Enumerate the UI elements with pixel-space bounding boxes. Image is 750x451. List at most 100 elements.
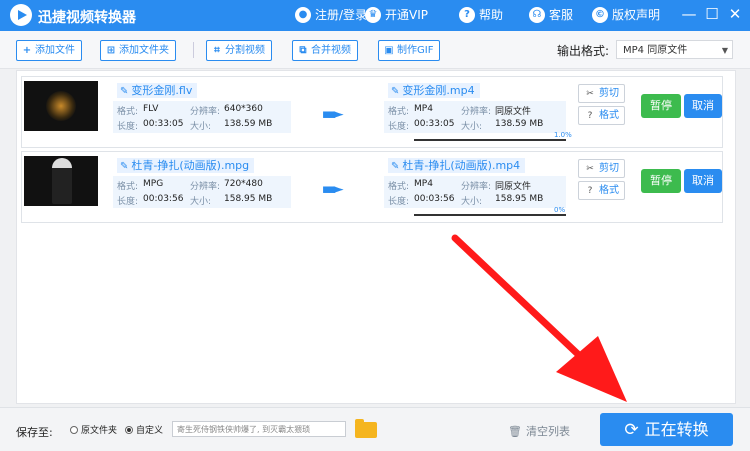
target-filename-text: 变形金刚.mp4: [402, 84, 475, 97]
source-filename-text: 变形金刚.flv: [131, 84, 193, 97]
target-filename[interactable]: ✎ 杜青-挣扎(动画版).mp4: [388, 158, 526, 173]
radio-custom-folder[interactable]: 自定义: [125, 423, 163, 436]
progress-percent: 0%: [554, 206, 566, 214]
duration-value: 00:03:56: [143, 194, 184, 204]
add-file-button[interactable]: + 添加文件: [16, 40, 82, 61]
duration-value: 00:33:05: [143, 119, 184, 129]
save-path-input[interactable]: [172, 421, 346, 437]
format-value: MP4: [414, 179, 433, 189]
resolution-key: 分辨率:: [190, 107, 221, 117]
login-label: 注册/登录: [315, 8, 368, 22]
radio-dot: [70, 425, 78, 434]
copyright-button[interactable]: © 版权声明: [592, 6, 660, 23]
convert-arrow-icon: ▪▪►: [322, 182, 344, 197]
output-format-value: MP4 同原文件: [623, 45, 688, 56]
duration-key: 长度:: [388, 122, 410, 132]
video-thumbnail: [24, 81, 98, 131]
thumbnail-glow: [46, 91, 76, 121]
split-video-label: 分割视频: [225, 45, 265, 56]
resolution-value: 720*480: [224, 179, 263, 189]
login-button[interactable]: ● 注册/登录: [295, 6, 367, 23]
format-value: MPG: [143, 179, 164, 189]
format-button-label: 格式: [599, 185, 619, 196]
split-video-button[interactable]: ⌗ 分割视频: [206, 40, 272, 61]
convert-label: 正在转换: [644, 420, 709, 439]
help-button[interactable]: ? 帮助: [459, 6, 503, 23]
size-value: 158.95 MB: [224, 194, 273, 204]
file-row: ✎ 杜青-挣扎(动画版).mpg 格式: MPG 分辨率: 720*480 长度:…: [21, 151, 723, 223]
resolution-value: 同原文件: [495, 107, 532, 117]
format-value: FLV: [143, 104, 159, 114]
format-icon: ?: [587, 111, 593, 121]
output-format-select[interactable]: MP4 同原文件 ▼: [616, 40, 733, 59]
pause-button[interactable]: 暂停: [641, 169, 681, 193]
folder-plus-icon: ⊞: [106, 45, 116, 56]
progress-bar: [414, 214, 566, 216]
clip-label: 剪切: [599, 88, 619, 99]
add-folder-label: 添加文件夹: [119, 45, 169, 56]
resolution-value: 640*360: [224, 104, 263, 114]
duration-key: 长度:: [117, 197, 139, 207]
format-key: 格式:: [117, 107, 139, 117]
add-file-label: 添加文件: [35, 45, 75, 56]
pencil-icon: ✎: [391, 86, 400, 97]
size-key: 大小:: [461, 122, 483, 132]
user-icon: ●: [295, 6, 311, 23]
format-icon: ?: [587, 186, 593, 196]
convert-button[interactable]: ⟳ 正在转换: [600, 413, 733, 446]
clear-list-button[interactable]: 🗑 清空列表: [508, 423, 570, 439]
resolution-key: 分辨率:: [461, 107, 492, 117]
minimize-button[interactable]: —: [679, 4, 699, 24]
add-folder-button[interactable]: ⊞ 添加文件夹: [100, 40, 176, 61]
toolbar: + 添加文件 ⊞ 添加文件夹 ⌗ 分割视频 ⧉ 合并视频 ▣ 制作GIF 输出格式: MP…: [0, 31, 750, 69]
chevron-down-icon: ▼: [721, 46, 728, 55]
radio-custom-label: 自定义: [136, 426, 164, 436]
format-key: 格式:: [117, 182, 139, 192]
support-button[interactable]: ☊ 客服: [529, 6, 573, 23]
merge-icon: ⧉: [299, 45, 307, 56]
pencil-icon: ✎: [120, 86, 129, 97]
radio-original-folder[interactable]: 原文件夹: [70, 423, 117, 436]
folder-icon[interactable]: [355, 419, 377, 438]
source-filename[interactable]: ✎ 变形金刚.flv: [117, 83, 198, 98]
resolution-key: 分辨率:: [461, 182, 492, 192]
size-value: 138.59 MB: [224, 119, 273, 129]
clip-button[interactable]: ✂ 剪切: [578, 159, 625, 178]
merge-video-label: 合并视频: [311, 45, 351, 56]
clip-button[interactable]: ✂ 剪切: [578, 84, 625, 103]
duration-value: 00:03:56: [414, 194, 455, 204]
pause-button[interactable]: 暂停: [641, 94, 681, 118]
cancel-button[interactable]: 取消: [684, 94, 722, 118]
progress-bar: [414, 139, 566, 141]
toolbar-divider: [193, 42, 194, 58]
radio-dot-selected: [125, 425, 133, 434]
file-row: ✎ 变形金刚.flv 格式: FLV 分辨率: 640*360 长度: 00:33…: [21, 76, 723, 148]
format-key: 格式:: [388, 182, 410, 192]
trash-icon: 🗑: [508, 424, 522, 438]
source-info: 格式: FLV 分辨率: 640*360 长度: 00:33:05 大小: 13…: [113, 101, 291, 133]
make-gif-button[interactable]: ▣ 制作GIF: [378, 40, 441, 61]
refresh-icon: ⟳: [624, 420, 639, 440]
maximize-button[interactable]: ☐: [702, 4, 722, 24]
merge-video-button[interactable]: ⧉ 合并视频: [292, 40, 358, 61]
close-button[interactable]: ✕: [725, 4, 745, 24]
source-filename[interactable]: ✎ 杜青-挣扎(动画版).mpg: [117, 158, 255, 173]
vip-button[interactable]: ♛ 开通VIP: [365, 6, 428, 23]
save-to-label: 保存至:: [16, 426, 53, 439]
format-button[interactable]: ? 格式: [578, 181, 625, 200]
output-format-label: 输出格式:: [557, 44, 610, 58]
copyright-icon: ©: [592, 6, 608, 23]
size-key: 大小:: [190, 122, 212, 132]
size-value: 158.95 MB: [495, 194, 544, 204]
app-title: 迅捷视频转换器: [38, 10, 136, 26]
format-button[interactable]: ? 格式: [578, 106, 625, 125]
format-button-label: 格式: [599, 110, 619, 121]
duration-key: 长度:: [388, 197, 410, 207]
plus-icon: +: [22, 45, 32, 56]
target-filename[interactable]: ✎ 变形金刚.mp4: [388, 83, 480, 98]
duration-key: 长度:: [117, 122, 139, 132]
cancel-button[interactable]: 取消: [684, 169, 722, 193]
help-icon: ?: [459, 6, 475, 23]
format-value: MP4: [414, 104, 433, 114]
headset-icon: ☊: [529, 6, 545, 23]
